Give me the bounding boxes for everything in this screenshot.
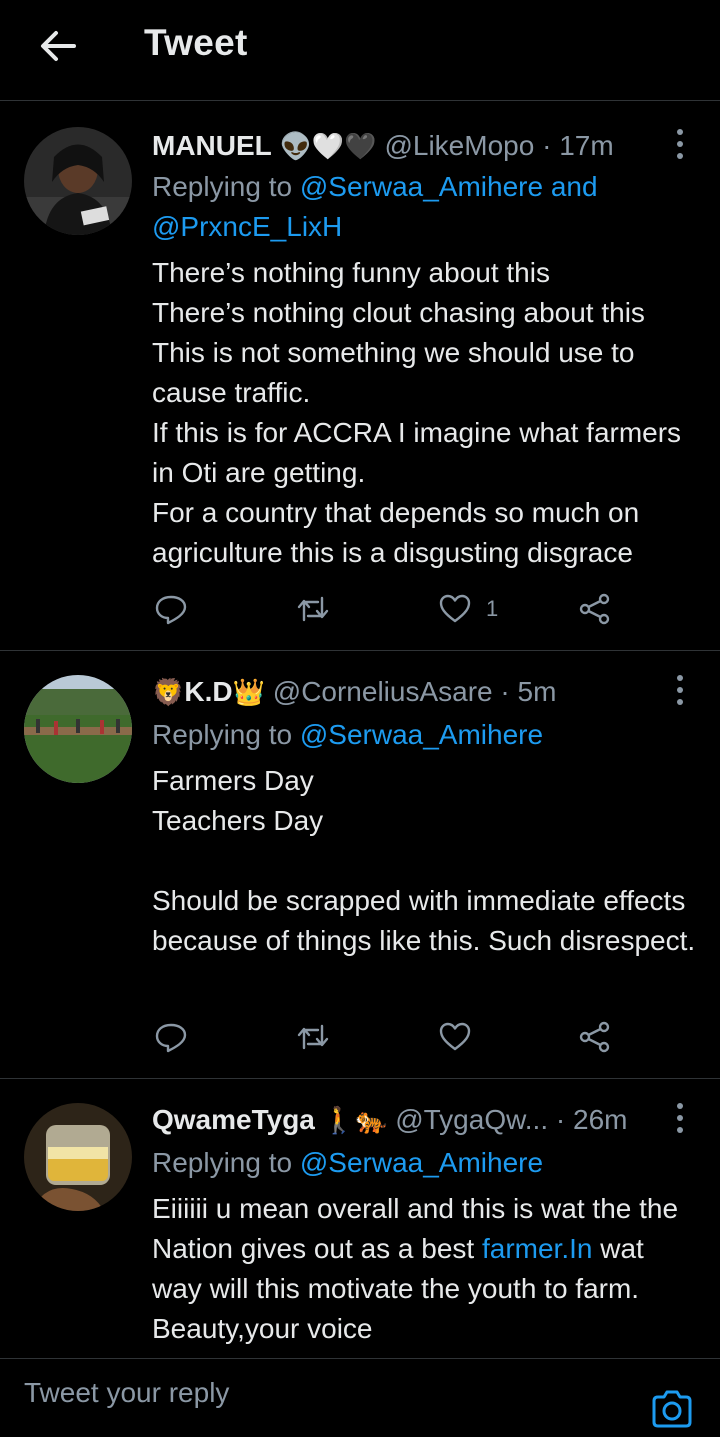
arrow-left-icon[interactable]: [36, 24, 80, 68]
mention-link[interactable]: @Serwaa_Amihere: [300, 171, 543, 202]
replying-label: Replying to: [152, 1147, 293, 1178]
like-button[interactable]: [438, 1017, 472, 1057]
mention-link[interactable]: @Serwaa_Amihere: [300, 1147, 543, 1178]
name-prefix-emoji: 🦁: [152, 677, 185, 707]
tweet-text: Farmers Day Teachers Day Should be scrap…: [152, 765, 696, 956]
retweet-icon: [297, 596, 329, 622]
share-icon: [579, 1021, 610, 1053]
tweet-header: QwameTyga 🚶🐅 @TygaQw... · 26m: [152, 1102, 650, 1138]
timestamp[interactable]: 5m: [518, 676, 557, 707]
reply-button[interactable]: [154, 589, 188, 629]
separator: ·: [500, 676, 510, 707]
reply-tweet[interactable]: 🦁K.D👑 @CorneliusAsare · 5m Replying to @…: [0, 651, 720, 1079]
more-vertical-icon[interactable]: [670, 673, 690, 707]
display-name[interactable]: QwameTyga: [152, 1104, 315, 1135]
like-button[interactable]: 1: [438, 589, 498, 629]
name-emoji: 👑: [232, 677, 265, 707]
page-title: Tweet: [144, 22, 248, 63]
more-vertical-icon[interactable]: [670, 1101, 690, 1135]
tweet-text: There’s nothing funny about this There’s…: [152, 257, 682, 568]
mention-link[interactable]: @PrxncE_LixH: [152, 211, 342, 242]
timestamp[interactable]: 17m: [559, 130, 613, 161]
like-count: 1: [486, 596, 499, 621]
retweet-button[interactable]: [296, 589, 330, 629]
camera-icon[interactable]: [650, 1389, 694, 1429]
reply-button[interactable]: [154, 1017, 188, 1057]
avatar[interactable]: [24, 1103, 132, 1211]
reply-icon: [155, 595, 187, 625]
replying-label: Replying to: [152, 171, 293, 202]
reply-icon: [155, 1023, 187, 1053]
separator: ·: [542, 130, 552, 161]
tweet-header: MANUEL 👽🤍🖤 @LikeMopo · 17m: [152, 128, 650, 164]
mention-link[interactable]: @Serwaa_Amihere: [300, 719, 543, 750]
user-handle[interactable]: @CorneliusAsare: [273, 676, 493, 707]
display-name[interactable]: K.D: [184, 676, 232, 707]
more-vertical-icon[interactable]: [670, 127, 690, 161]
user-handle[interactable]: @TygaQw...: [395, 1104, 548, 1135]
retweet-icon: [297, 1024, 329, 1050]
avatar[interactable]: [24, 675, 132, 783]
top-bar: Tweet: [0, 0, 720, 101]
tweet-actions: [152, 1017, 622, 1057]
mention-join[interactable]: and: [551, 171, 598, 202]
heart-icon: [439, 1022, 471, 1051]
user-handle[interactable]: @LikeMopo: [384, 130, 534, 161]
reply-input[interactable]: [24, 1377, 584, 1409]
share-button[interactable]: [578, 1017, 612, 1057]
replying-to: Replying to @Serwaa_Amihere: [152, 715, 700, 755]
share-icon: [579, 593, 610, 625]
replying-to: Replying to @Serwaa_Amihere and @PrxncE_…: [152, 167, 700, 247]
timestamp[interactable]: 26m: [573, 1104, 627, 1135]
reply-tweet[interactable]: QwameTyga 🚶🐅 @TygaQw... · 26m Replying t…: [0, 1079, 720, 1358]
heart-icon: [439, 594, 471, 623]
reply-tweet[interactable]: MANUEL 👽🤍🖤 @LikeMopo · 17m Replying to @…: [0, 101, 720, 651]
separator: ·: [555, 1104, 573, 1135]
inline-link[interactable]: farmer.In: [482, 1233, 592, 1264]
name-emoji: 🚶🐅: [322, 1105, 388, 1135]
retweet-button[interactable]: [296, 1017, 330, 1057]
tweet-header: 🦁K.D👑 @CorneliusAsare · 5m: [152, 674, 650, 710]
reply-composer: [0, 1358, 720, 1437]
avatar[interactable]: [24, 127, 132, 235]
tweet-actions: 1: [152, 589, 622, 629]
tweet-text: Eiiiiii u mean overall and this is wat t…: [152, 1189, 698, 1349]
share-button[interactable]: [578, 589, 612, 629]
replying-to: Replying to @Serwaa_Amihere: [152, 1143, 700, 1183]
name-emoji: 👽🤍🖤: [279, 131, 377, 161]
replying-label: Replying to: [152, 719, 293, 750]
display-name[interactable]: MANUEL: [152, 130, 272, 161]
